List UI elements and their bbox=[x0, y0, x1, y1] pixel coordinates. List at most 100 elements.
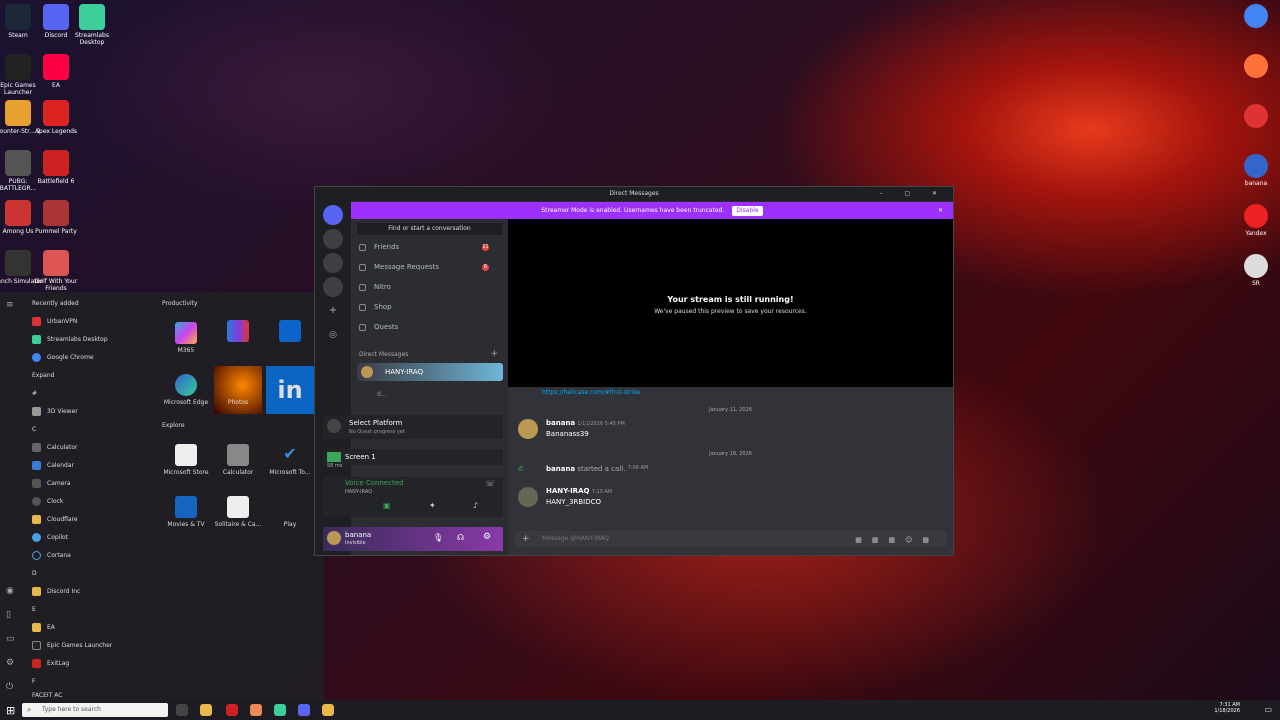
desktop-icon[interactable]: Yandex bbox=[1236, 204, 1276, 237]
close-icon[interactable]: ✕ bbox=[938, 202, 943, 219]
discord-icon[interactable] bbox=[298, 704, 310, 716]
tile-solitaire[interactable]: Solitaire & Ca... bbox=[214, 488, 262, 536]
tile-play[interactable]: Play bbox=[266, 488, 314, 536]
clock-icon bbox=[32, 496, 41, 506]
desktop-icon[interactable]: Pummel Party bbox=[30, 200, 82, 235]
tile-calculator[interactable]: Calculator bbox=[214, 436, 262, 484]
letter-c[interactable]: C bbox=[32, 422, 152, 436]
app-camera[interactable]: Camera bbox=[32, 476, 152, 490]
soundboard-icon[interactable]: ♪ bbox=[473, 501, 478, 510]
activity-icon[interactable]: ✦ bbox=[429, 501, 436, 510]
disconnect-icon[interactable]: ☏ bbox=[485, 479, 495, 488]
nav-quests[interactable]: Quests bbox=[359, 323, 499, 331]
nav-friends[interactable]: Friends 11 bbox=[359, 243, 499, 251]
screen-share-panel[interactable]: Screen 1 bbox=[323, 449, 503, 465]
add-server-icon[interactable]: + bbox=[323, 301, 343, 321]
notification-icon[interactable]: ▭ bbox=[1264, 705, 1272, 714]
power-icon[interactable]: ⏻ bbox=[6, 682, 18, 692]
server-icon[interactable] bbox=[323, 253, 343, 273]
nav-message-requests[interactable]: Message Requests 6 bbox=[359, 263, 499, 271]
headphones-icon[interactable]: ☊ bbox=[457, 533, 464, 542]
calculator-icon bbox=[227, 444, 249, 466]
desktop-icon[interactable]: Battlefield 6 bbox=[30, 150, 82, 185]
tile-outlook[interactable] bbox=[266, 312, 314, 360]
dm-user-hany[interactable]: HANY-IRAQ bbox=[357, 363, 503, 381]
app-exitlag[interactable]: ExitLag bbox=[32, 656, 152, 670]
desktop-icon[interactable]: Streamlabs Desktop bbox=[66, 4, 118, 46]
desktop-icon[interactable] bbox=[1236, 104, 1276, 130]
desktop-icon[interactable]: SR bbox=[1236, 254, 1276, 287]
chat-link[interactable]: https://helicase.com/#first-strike bbox=[542, 389, 640, 396]
documents-icon[interactable]: ▯ bbox=[6, 610, 18, 620]
app-urbanvpn[interactable]: UrbanVPN bbox=[32, 314, 152, 328]
nav-shop[interactable]: Shop bbox=[359, 303, 499, 311]
composer-tools-icon[interactable]: ▦▦▦☺▦ bbox=[855, 536, 939, 544]
app-streamlabs[interactable]: Streamlabs Desktop bbox=[32, 332, 152, 346]
desktop-icon[interactable]: Apex Legends bbox=[30, 100, 82, 135]
tile-photos[interactable]: Photos bbox=[214, 366, 262, 414]
tile-todo[interactable]: ✔ Microsoft To... bbox=[266, 436, 314, 484]
app-epic[interactable]: Epic Games Launcher bbox=[32, 638, 152, 652]
streamlabs-icon[interactable] bbox=[274, 704, 286, 716]
server-icon[interactable] bbox=[323, 229, 343, 249]
tile-movies[interactable]: Movies & TV bbox=[162, 488, 210, 536]
settings-icon[interactable]: ⚙ bbox=[483, 532, 491, 542]
app-clock[interactable]: Clock bbox=[32, 494, 152, 508]
desktop-icon[interactable] bbox=[1236, 4, 1276, 30]
letter-e[interactable]: E bbox=[32, 602, 152, 616]
avatar bbox=[361, 366, 373, 378]
camera-icon[interactable]: ▣ bbox=[383, 501, 391, 510]
find-conversation-input[interactable]: Find or start a conversation bbox=[357, 223, 502, 235]
explorer-icon[interactable] bbox=[200, 704, 212, 716]
home-button[interactable] bbox=[323, 205, 343, 225]
solitaire-icon bbox=[227, 496, 249, 518]
expand-button[interactable]: Expand bbox=[32, 368, 152, 382]
app-icon[interactable] bbox=[226, 704, 238, 716]
tile-m365[interactable]: M365 bbox=[162, 312, 210, 360]
user-icon[interactable]: ◉ bbox=[6, 586, 18, 596]
folder-cloudflare[interactable]: Cloudflare bbox=[32, 512, 152, 526]
attach-plus-icon[interactable]: + bbox=[522, 534, 530, 544]
app-icon bbox=[5, 4, 31, 30]
nav-nitro[interactable]: Nitro bbox=[359, 283, 499, 291]
server-icon[interactable] bbox=[323, 277, 343, 297]
pictures-icon[interactable]: ▭ bbox=[6, 634, 18, 644]
tile-store[interactable]: Microsoft Store bbox=[162, 436, 210, 484]
app-faceit[interactable]: FACEIT AC bbox=[32, 690, 152, 700]
tile-linkedin[interactable]: in bbox=[266, 366, 314, 414]
discover-icon[interactable]: ◎ bbox=[323, 325, 343, 345]
letter-f[interactable]: F bbox=[32, 674, 152, 688]
dm-user-2[interactable]: d... bbox=[377, 391, 387, 398]
app-cortana[interactable]: Cortana bbox=[32, 548, 152, 562]
letter-hash[interactable]: # bbox=[32, 386, 152, 400]
clock[interactable]: 7:31 AM 1/18/2026 bbox=[1214, 702, 1240, 714]
letter-d[interactable]: D bbox=[32, 566, 152, 580]
firefox-icon[interactable] bbox=[250, 704, 262, 716]
window-controls[interactable]: – ▢ ✕ bbox=[879, 187, 947, 201]
windows-start-icon[interactable]: ⊞ bbox=[6, 704, 15, 717]
app-icon[interactable] bbox=[322, 704, 334, 716]
app-chrome[interactable]: Google Chrome bbox=[32, 350, 152, 364]
avatar[interactable] bbox=[327, 531, 341, 545]
folder-discord-inc[interactable]: Discord Inc bbox=[32, 584, 152, 598]
desktop-icon[interactable]: banana bbox=[1236, 154, 1276, 187]
desktop-icon[interactable] bbox=[1236, 54, 1276, 80]
quest-platform-panel[interactable]: Select Platform No Quest progress yet bbox=[323, 415, 503, 439]
task-view-icon[interactable] bbox=[176, 704, 188, 716]
settings-icon[interactable]: ⚙ bbox=[6, 658, 18, 668]
app-calculator[interactable]: Calculator bbox=[32, 440, 152, 454]
app-calendar[interactable]: Calendar bbox=[32, 458, 152, 472]
desktop-icon[interactable]: Golf With Your Friends bbox=[30, 250, 82, 292]
new-dm-plus-icon[interactable]: + bbox=[490, 349, 498, 359]
folder-ea[interactable]: EA bbox=[32, 620, 152, 634]
app-3d-viewer[interactable]: 3D Viewer bbox=[32, 404, 152, 418]
taskbar-search[interactable]: Type here to search bbox=[22, 703, 168, 717]
desktop-icon[interactable]: EA bbox=[30, 54, 82, 89]
app-copilot[interactable]: Copilot bbox=[32, 530, 152, 544]
mic-icon[interactable]: 🎙 bbox=[433, 533, 443, 542]
disable-button[interactable]: Disable bbox=[732, 206, 763, 216]
streamlabs-icon bbox=[32, 334, 41, 344]
tile-office-group[interactable] bbox=[214, 312, 262, 360]
tile-edge[interactable]: Microsoft Edge bbox=[162, 366, 210, 414]
menu-icon[interactable]: ≡ bbox=[6, 300, 18, 310]
